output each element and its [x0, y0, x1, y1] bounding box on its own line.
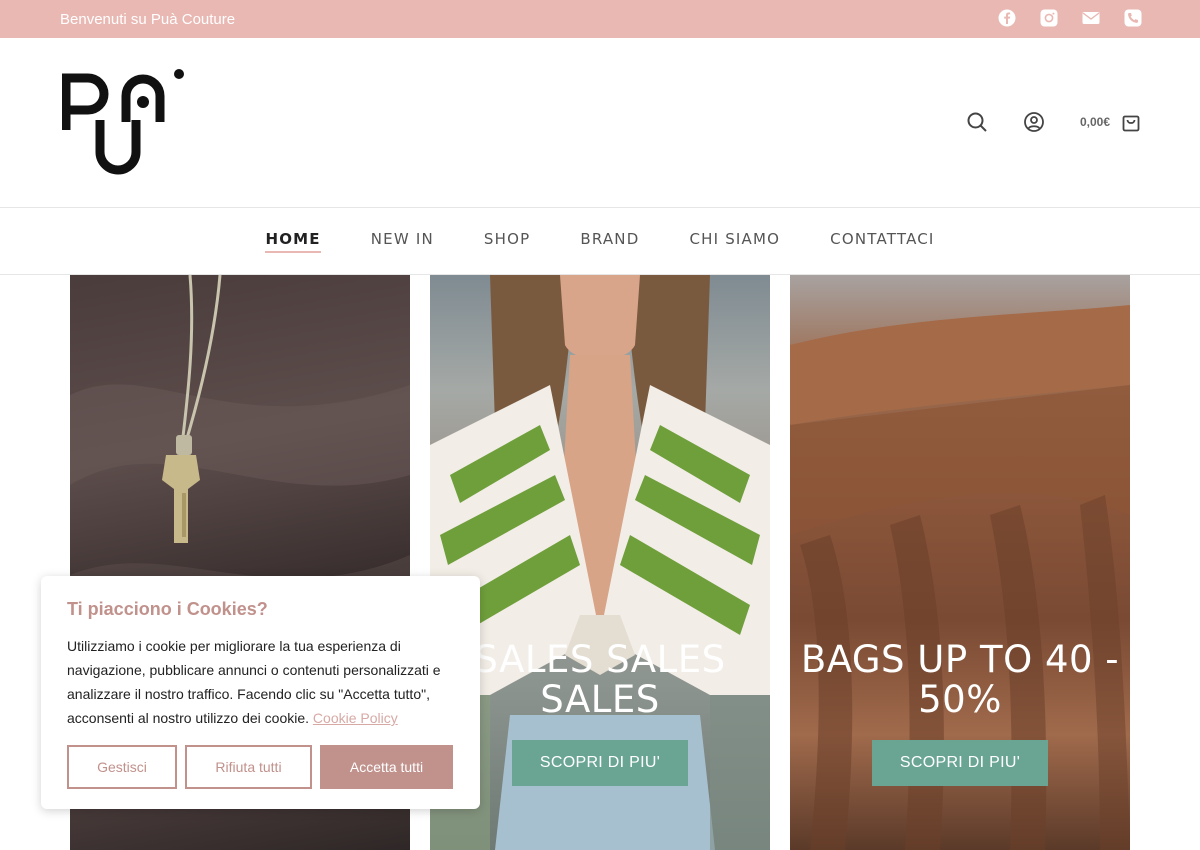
manage-cookies-button[interactable]: Gestisci [67, 745, 177, 789]
cookie-title: Ti piacciono i Cookies? [67, 599, 268, 619]
bags-cta-button[interactable]: SCOPRI DI PIU' [872, 740, 1048, 786]
instagram-icon[interactable] [1040, 9, 1058, 27]
social-links [998, 9, 1142, 27]
header-actions: 0,00€ [966, 111, 1142, 133]
nav-item-shop[interactable]: SHOP [484, 230, 530, 252]
shopping-bag-icon[interactable] [1120, 111, 1142, 133]
search-icon[interactable] [966, 111, 988, 133]
promo-panel-bags[interactable]: BAGS UP TO 40 - 50% SCOPRI DI PIU' [790, 275, 1130, 850]
sales-title: SALES SALES SALES [474, 638, 726, 721]
nav-item-brand[interactable]: BRAND [580, 230, 639, 252]
nav-item-new-in[interactable]: NEW IN [371, 230, 434, 252]
welcome-text: Benvenuti su Puà Couture [60, 11, 236, 28]
bags-title: BAGS UP TO 40 - 50% [800, 638, 1120, 721]
site-header: 0,00€ [0, 38, 1200, 208]
main-nav: HOME NEW IN SHOP BRAND CHI SIAMO CONTATT… [0, 208, 1200, 275]
top-bar: Benvenuti su Puà Couture [0, 0, 1200, 38]
reject-all-button[interactable]: Rifiuta tutti [185, 745, 312, 789]
nav-item-chi-siamo[interactable]: CHI SIAMO [689, 230, 780, 252]
cookie-text: Utilizziamo i cookie per migliorare la t… [67, 634, 462, 730]
cart-total[interactable]: 0,00€ [1080, 115, 1110, 129]
account-icon[interactable] [1023, 111, 1045, 133]
nav-item-contattaci[interactable]: CONTATTACI [830, 230, 934, 252]
mail-icon[interactable] [1082, 9, 1100, 27]
facebook-icon[interactable] [998, 9, 1016, 27]
nav-item-home[interactable]: HOME [265, 230, 322, 253]
sales-cta-button[interactable]: SCOPRI DI PIU' [512, 740, 688, 786]
cookie-policy-link[interactable]: Cookie Policy [313, 710, 398, 726]
accept-all-button[interactable]: Accetta tutti [320, 745, 453, 789]
pua-logo[interactable] [62, 66, 188, 180]
cookie-consent-dialog: Ti piacciono i Cookies? Utilizziamo i co… [41, 576, 480, 809]
cookie-actions: Gestisci Rifiuta tutti Accetta tutti [67, 745, 453, 789]
phone-icon[interactable] [1124, 9, 1142, 27]
promo-panel-sales[interactable]: SALES SALES SALES SCOPRI DI PIU' [430, 275, 770, 850]
